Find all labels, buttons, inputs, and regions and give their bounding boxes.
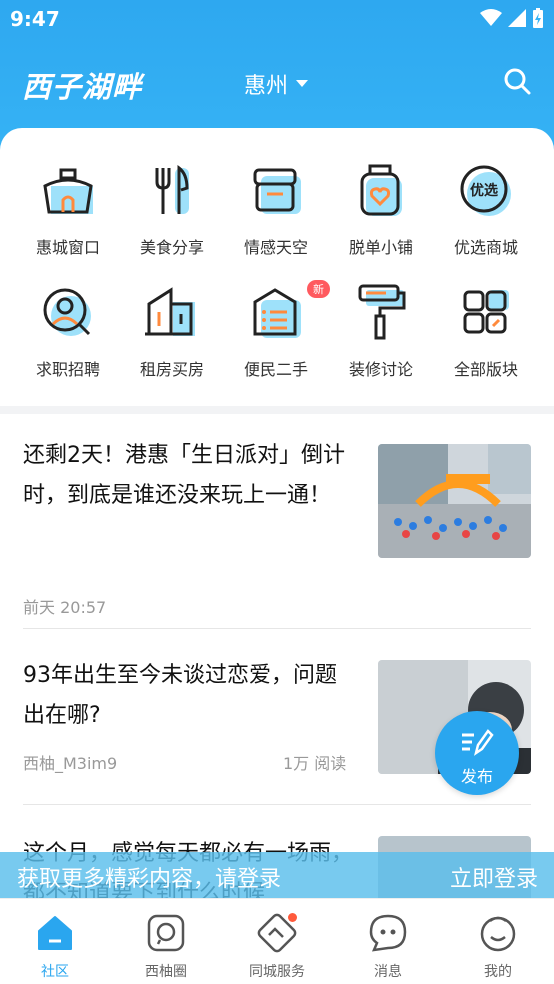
category-item-mall[interactable]: 优选 优选商城 <box>434 160 538 258</box>
login-banner: 获取更多精彩内容，请登录 立即登录 <box>0 852 554 898</box>
login-button[interactable]: 立即登录 <box>450 861 538 893</box>
tab-community[interactable]: 社区 <box>0 913 110 981</box>
chat-circle-icon <box>147 914 185 952</box>
wifi-icon <box>480 9 502 26</box>
event-photo <box>378 444 531 558</box>
status-time: 9:47 <box>10 7 60 31</box>
notification-dot <box>288 913 297 922</box>
article-read-count: 1万 阅读 <box>283 754 347 773</box>
box-icon <box>253 168 301 214</box>
login-message: 获取更多精彩内容，请登录 <box>17 867 282 892</box>
tab-label: 西柚圈 <box>145 964 187 980</box>
new-badge: 新 <box>307 280 330 298</box>
signal-icon <box>508 9 526 27</box>
category-item-food[interactable]: 美食分享 <box>120 160 224 258</box>
city-label: 惠州 <box>244 74 289 99</box>
tab-label: 社区 <box>41 964 69 980</box>
tab-messages[interactable]: 消息 <box>333 913 443 981</box>
battery-icon <box>533 8 543 28</box>
bottom-tab-bar: 社区 西柚圈 同城服务 消息 我的 <box>0 898 554 984</box>
top-bar: 西子湖畔 惠州 <box>0 58 554 108</box>
caret-down-icon <box>296 80 309 87</box>
publish-label: 发布 <box>460 767 493 786</box>
tab-label: 同城服务 <box>249 964 305 980</box>
publish-button[interactable]: 发布 <box>435 711 519 795</box>
edit-icon <box>462 729 494 756</box>
article-time: 前天 20:57 <box>23 598 107 617</box>
fork-knife-icon <box>155 164 189 214</box>
divider <box>23 804 531 805</box>
city-selector[interactable]: 惠州 <box>244 68 309 100</box>
article-author: 西柚_M3im9 <box>23 754 118 773</box>
list-bag-icon <box>253 288 301 338</box>
category-item-decoration[interactable]: 装修讨论 <box>329 282 433 380</box>
category-label: 便民二手 <box>243 360 308 379</box>
message-icon <box>369 914 407 952</box>
tab-label: 我的 <box>484 964 512 980</box>
article-feed: 还剩2天！港惠「生日派对」倒计时，到底是谁还没来玩上一通！ 前天 20:57 9… <box>0 414 554 898</box>
status-icons <box>480 8 544 28</box>
divider <box>23 628 531 629</box>
article-thumbnail <box>378 444 531 558</box>
category-label: 租房买房 <box>139 360 204 379</box>
community-icon <box>38 916 72 950</box>
youxuan-icon: 优选 <box>460 165 511 216</box>
house-icon <box>43 168 93 214</box>
svg-text:优选: 优选 <box>470 182 498 199</box>
article-title: 93年出生至今未谈过恋爱，问题出在哪? <box>23 663 337 728</box>
heart-jar-icon <box>360 164 402 216</box>
category-label: 脱单小铺 <box>348 238 413 257</box>
search-person-icon <box>43 288 91 336</box>
article-title: 还剩2天！港惠「生日派对」倒计时，到底是谁还没来玩上一通！ <box>23 443 345 508</box>
category-label: 优选商城 <box>453 238 518 257</box>
tab-xiyou-circle[interactable]: 西柚圈 <box>111 913 221 981</box>
category-item-emotion[interactable]: 情感天空 <box>224 160 328 258</box>
status-bar: 9:47 <box>0 0 554 38</box>
profile-icon <box>480 916 516 952</box>
article-item[interactable]: 还剩2天！港惠「生日派对」倒计时，到底是谁还没来玩上一通！ 前天 20:57 <box>23 436 531 626</box>
tab-profile[interactable]: 我的 <box>443 913 553 981</box>
category-label: 全部版块 <box>453 360 518 379</box>
category-label: 惠城窗口 <box>35 238 100 257</box>
tab-label: 消息 <box>374 964 402 980</box>
category-item-secondhand[interactable]: 新 便民二手 <box>224 280 330 380</box>
category-label: 美食分享 <box>139 238 204 257</box>
category-item-jobs[interactable]: 求职招聘 <box>16 282 120 380</box>
category-label: 情感天空 <box>243 238 308 257</box>
building-icon <box>145 287 195 336</box>
category-item-dating[interactable]: 脱单小铺 <box>329 160 433 258</box>
category-item-housing[interactable]: 租房买房 <box>120 282 224 380</box>
category-item-all[interactable]: 全部版块 <box>434 282 538 380</box>
paint-roller-icon <box>358 284 406 340</box>
tab-local-services[interactable]: 同城服务 <box>222 913 332 981</box>
category-label: 装修讨论 <box>348 360 413 379</box>
category-panel: 惠城窗口 美食分享 情感天空 脱单小铺 优选 优选商城 求职招聘 租房买房 新 … <box>0 128 554 406</box>
app-logo: 西子湖畔 <box>22 70 143 104</box>
grid-icon <box>463 290 509 334</box>
category-item-huicheng[interactable]: 惠城窗口 <box>16 160 120 258</box>
search-icon[interactable] <box>502 66 532 96</box>
category-label: 求职招聘 <box>35 360 100 379</box>
